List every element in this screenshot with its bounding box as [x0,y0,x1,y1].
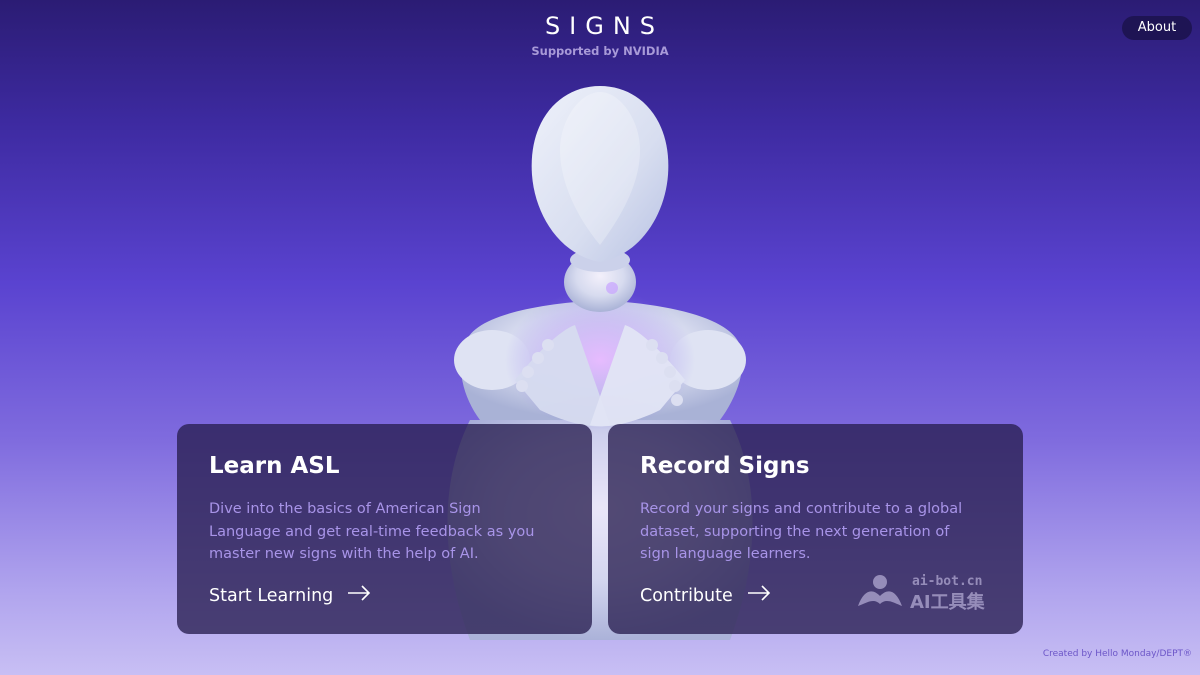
watermark: ai-bot.cn AI工具集 [856,572,1016,613]
ai-bot-logo-icon [858,575,902,606]
cta-label: Contribute [640,585,733,606]
learn-asl-card[interactable]: Learn ASL Dive into the basics of Americ… [177,424,592,634]
card-title: Record Signs [640,453,810,479]
contribute-link[interactable]: Contribute [640,585,771,606]
cta-label: Start Learning [209,585,334,606]
card-description: Dive into the basics of American Sign La… [209,501,535,562]
start-learning-link[interactable]: Start Learning [209,585,371,606]
watermark-label: AI工具集 [910,592,985,613]
arrow-right-icon [747,585,771,606]
watermark-domain: ai-bot.cn [912,574,983,589]
card-description: Record your signs and contribute to a gl… [640,501,963,562]
arrow-right-icon [347,585,371,606]
card-title: Learn ASL [209,453,340,479]
footer-credit[interactable]: Created by Hello Monday/DEPT® [1043,649,1192,659]
